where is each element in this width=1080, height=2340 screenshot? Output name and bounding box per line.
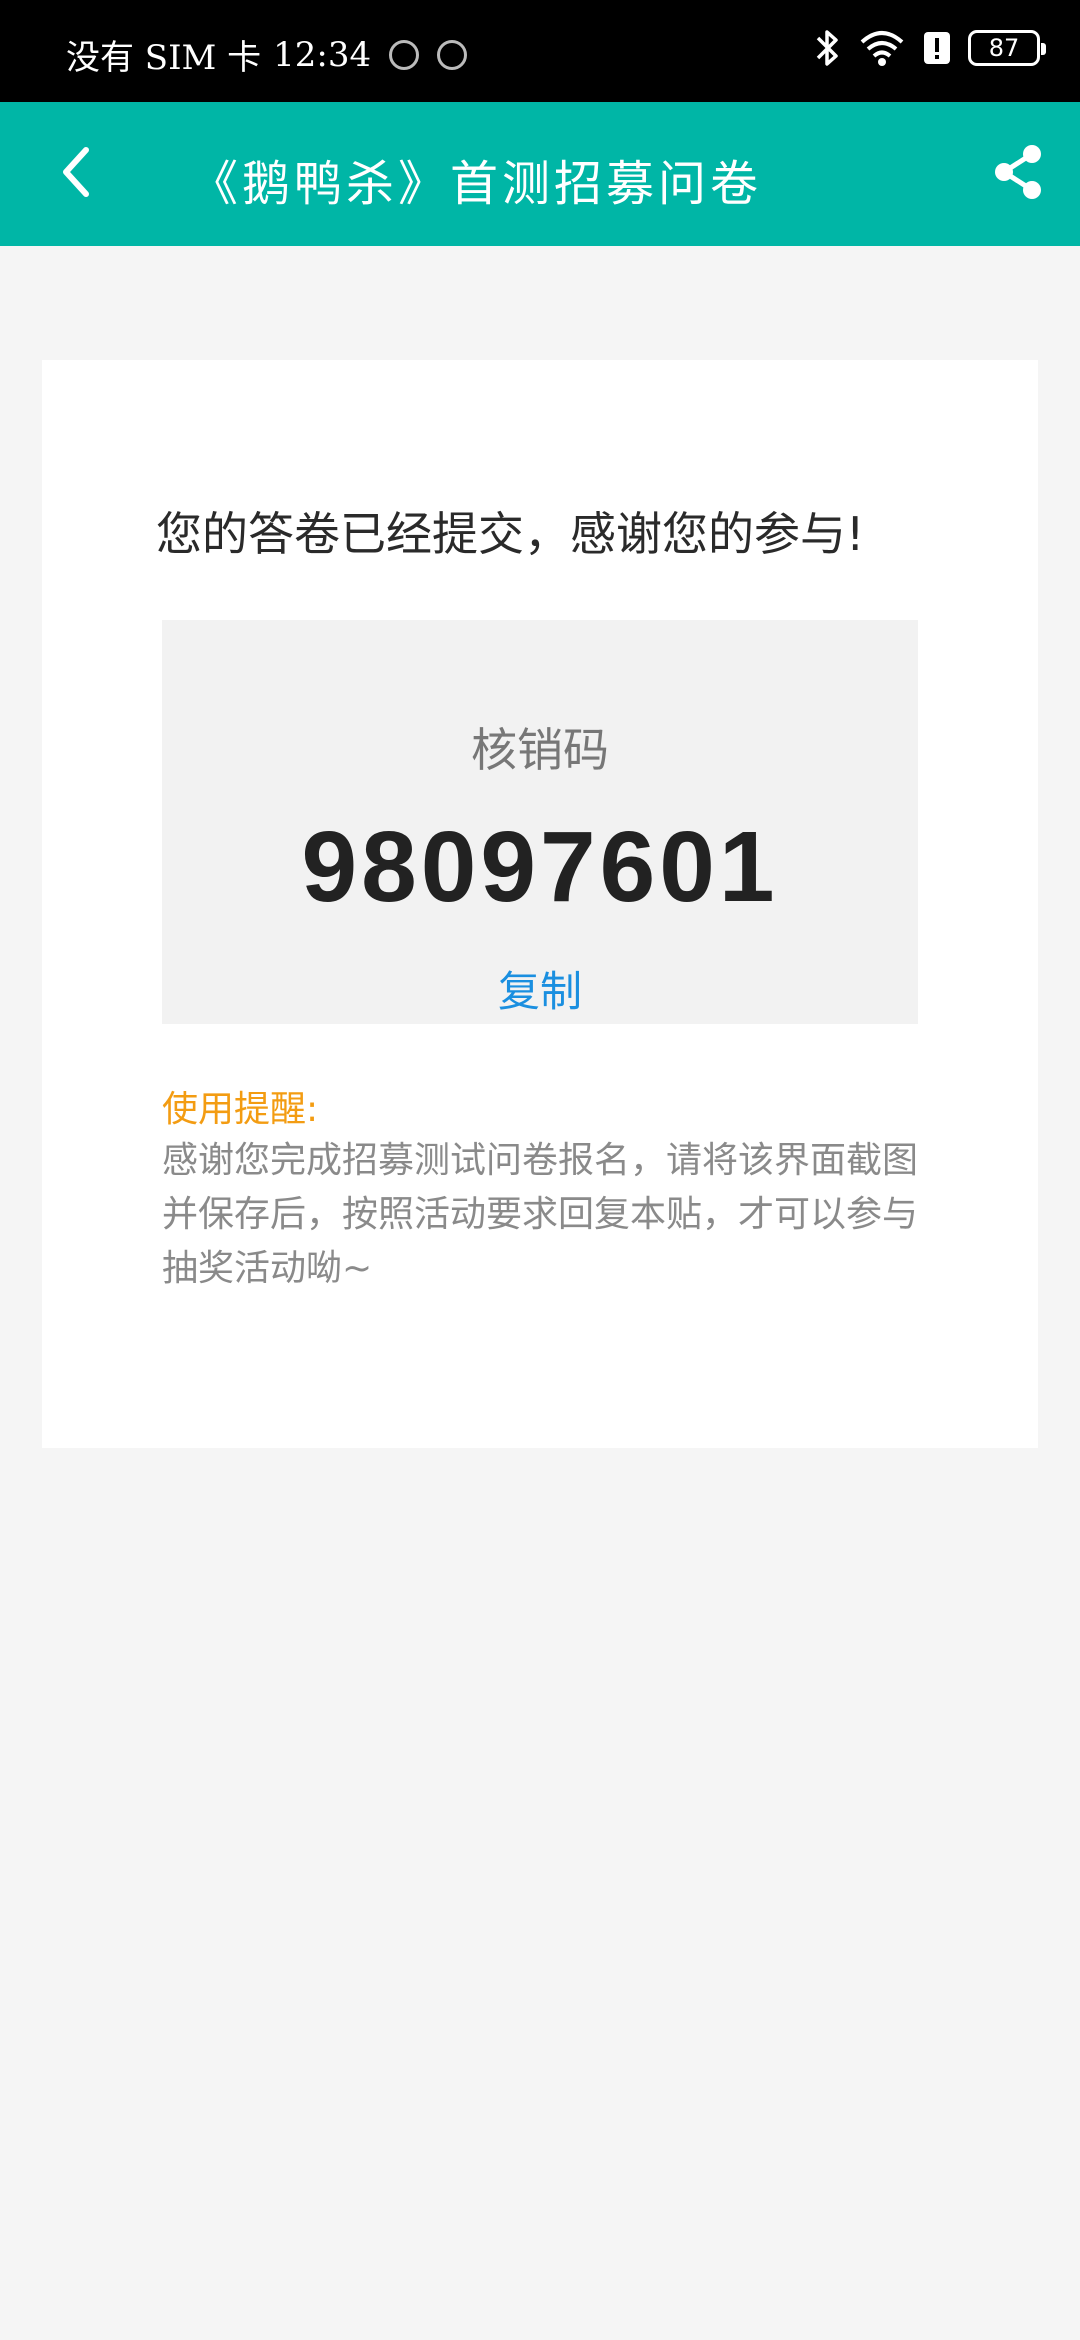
status-left: 没有 SIM 卡 12:34 bbox=[66, 30, 468, 79]
code-label: 核销码 bbox=[471, 723, 609, 777]
verification-code-box: 核销码 98097601 复制 bbox=[162, 620, 918, 1024]
chevron-left-icon bbox=[63, 147, 89, 197]
app-notification-icon bbox=[437, 39, 468, 70]
wifi-icon bbox=[860, 31, 904, 66]
carrier-text: 没有 SIM 卡 bbox=[66, 38, 262, 78]
reminder-text: 感谢您完成招募测试问卷报名，请将该界面截图并保存后，按照活动要求回复本贴，才可以… bbox=[162, 1140, 919, 1289]
status-bar: 没有 SIM 卡 12:34 87 bbox=[0, 0, 1080, 102]
alert-icon bbox=[924, 32, 950, 64]
success-message: 您的答卷已经提交，感谢您的参与! bbox=[156, 507, 865, 561]
bluetooth-icon bbox=[816, 30, 838, 66]
copy-button[interactable]: 复制 bbox=[162, 958, 918, 1019]
status-right: 87 bbox=[814, 28, 1046, 68]
share-button[interactable] bbox=[986, 140, 1050, 204]
app-bar: 《鹅鸭杀》首测招募问卷 bbox=[0, 102, 1080, 246]
code-value: 98097601 bbox=[301, 811, 779, 923]
result-card: 您的答卷已经提交，感谢您的参与! 核销码 98097601 复制 使用提醒: 感… bbox=[42, 360, 1038, 1448]
reminder-title: 使用提醒: bbox=[162, 1089, 319, 1130]
page-title: 《鹅鸭杀》首测招募问卷 bbox=[190, 156, 763, 212]
battery-level: 87 bbox=[988, 34, 1020, 62]
notification-icon bbox=[389, 39, 420, 70]
share-icon bbox=[995, 145, 1041, 199]
battery-indicator: 87 bbox=[968, 30, 1046, 66]
back-button[interactable] bbox=[44, 140, 108, 204]
time-text: 12:34 bbox=[273, 34, 372, 75]
